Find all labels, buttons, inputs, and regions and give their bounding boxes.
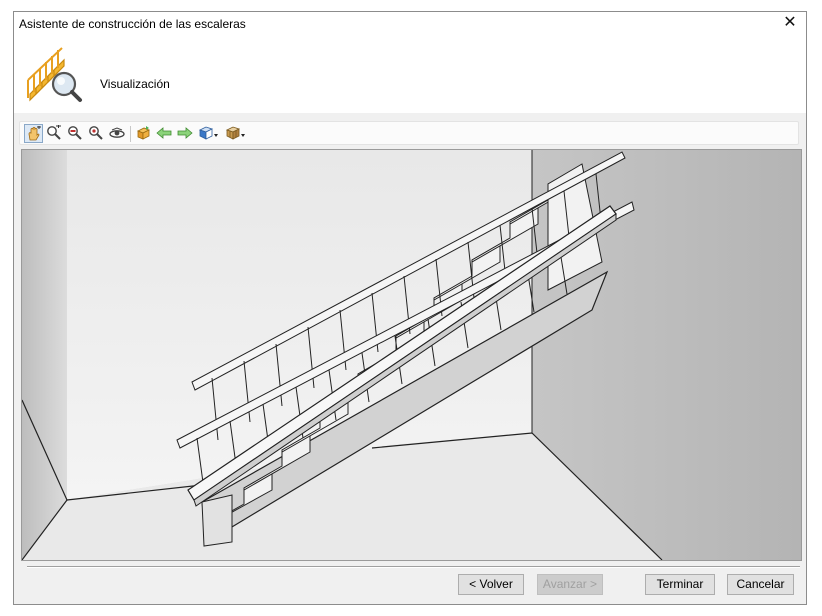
zoom-window-icon[interactable] <box>45 124 64 143</box>
cancel-button[interactable]: Cancelar <box>727 574 794 595</box>
rotate-left-arrow-icon[interactable] <box>155 124 174 143</box>
zoom-out-icon[interactable] <box>87 124 106 143</box>
view-box-dropdown-icon[interactable] <box>224 124 248 143</box>
render-mode-dropdown-icon[interactable] <box>197 124 221 143</box>
3d-stair-viewport[interactable] <box>21 149 802 561</box>
section-label: Visualización <box>100 77 170 91</box>
orbit-eye-icon[interactable] <box>108 124 127 143</box>
stair-3d-render <box>22 150 801 560</box>
back-button[interactable]: < Volver <box>458 574 524 595</box>
viewer-toolbar <box>19 121 799 145</box>
next-button[interactable]: Avanzar > <box>537 574 603 595</box>
rotate-right-arrow-icon[interactable] <box>176 124 195 143</box>
wizard-window: Asistente de construcción de las escaler… <box>13 11 807 605</box>
close-icon[interactable]: ✕ <box>780 13 800 33</box>
pan-hand-icon[interactable] <box>24 124 43 143</box>
finish-button[interactable]: Terminar <box>645 574 715 595</box>
toolbar-separator <box>130 126 131 142</box>
content-area: < Volver Avanzar > Terminar Cancelar <box>14 113 806 604</box>
window-title: Asistente de construcción de las escaler… <box>19 17 246 31</box>
stair-wizard-magnifier-icon <box>26 42 84 104</box>
view-cube-icon[interactable] <box>134 124 153 143</box>
zoom-in-icon[interactable] <box>66 124 85 143</box>
